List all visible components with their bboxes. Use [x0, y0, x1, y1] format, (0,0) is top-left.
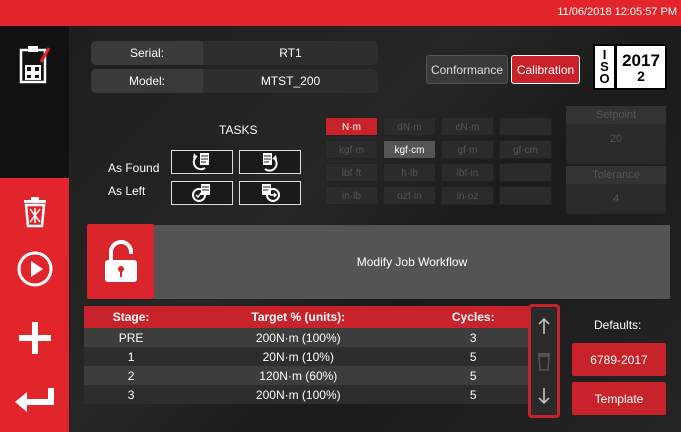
clock: 11/06/2018 12:05:57 PM [557, 6, 677, 18]
as-left-task-2-button[interactable] [239, 181, 301, 205]
unit-lbfin[interactable]: lbf·in [441, 163, 494, 182]
iso-2017-logo: I S O 2017 2 [593, 44, 667, 90]
serial-field: Serial: RT1 [91, 41, 378, 65]
cycles-cell: 3 [418, 328, 528, 347]
unit-empty [499, 117, 552, 136]
target-cell: 200N·m (100%) [178, 328, 419, 347]
model-value: MTST_200 [203, 69, 378, 93]
trash-icon[interactable] [536, 351, 552, 371]
model-field: Model: MTST_200 [91, 69, 378, 93]
top-status-bar: 11/06/2018 12:05:57 PM [0, 0, 681, 26]
tasks-title: TASKS [219, 123, 258, 137]
as-found-task-1-button[interactable] [171, 150, 233, 174]
stage-cell: PRE [84, 328, 179, 347]
unit-gfm[interactable]: gf·m [441, 140, 494, 159]
unit-inoz[interactable]: in·oz [441, 186, 494, 205]
defaults-label: Defaults: [594, 318, 642, 332]
unit-kgfcm[interactable]: kgf·cm [383, 140, 436, 159]
table-row[interactable]: PRE 200N·m (100%) 3 [84, 328, 528, 347]
unit-inlb[interactable]: in·lb [325, 186, 378, 205]
play-icon[interactable] [0, 250, 69, 288]
tolerance-panel[interactable]: Tolerance 4 [566, 166, 666, 214]
unit-kgfm[interactable]: kgf·m [325, 140, 378, 159]
stages-table: Stage: Target % (units): Cycles: PRE 200… [84, 306, 528, 404]
cycles-cell: 5 [418, 385, 528, 404]
cycles-cell: 5 [418, 366, 528, 385]
setpoint-panel[interactable]: Setpoint 20 [566, 106, 666, 164]
stage-cell: 1 [84, 347, 179, 366]
cycles-cell: 5 [418, 347, 528, 366]
column-header: Cycles: [418, 306, 528, 328]
table-row[interactable]: 1 20N·m (10%) 5 [84, 347, 528, 366]
task-doc-cycle-icon [263, 153, 278, 172]
model-label: Model: [91, 69, 203, 93]
unit-lbfft[interactable]: lbf·ft [325, 163, 378, 182]
as-left-task-1-button[interactable] [171, 181, 233, 205]
iso-letter: O [599, 71, 610, 86]
column-header: Target % (units): [178, 306, 419, 328]
trash-icon[interactable] [0, 196, 69, 228]
unit-nm[interactable]: N·m [325, 117, 378, 136]
task-refresh-doc-icon [192, 153, 209, 171]
table-scroll-controls [528, 304, 560, 418]
tolerance-label: Tolerance [566, 166, 666, 184]
stage-cell: 2 [84, 366, 179, 385]
unlock-icon [104, 239, 137, 282]
unit-empty [499, 186, 552, 205]
target-cell: 120N·m (60%) [178, 366, 419, 385]
unit-empty [499, 163, 552, 182]
iso-year: 2017 [622, 50, 660, 70]
arrow-up-icon[interactable] [537, 317, 551, 335]
table-row[interactable]: 2 120N·m (60%) 5 [84, 366, 528, 385]
unlock-button[interactable] [87, 224, 154, 299]
conformance-button[interactable]: Conformance [426, 55, 508, 84]
serial-label: Serial: [91, 41, 203, 65]
template-button[interactable]: Template [572, 382, 666, 415]
task-doc-arrow-icon [262, 184, 280, 202]
tolerance-value: 4 [612, 193, 620, 205]
default-6789-2017-button[interactable]: 6789-2017 [572, 343, 666, 376]
target-cell: 20N·m (10%) [178, 347, 419, 366]
forms-clipboard-icon[interactable] [0, 44, 69, 84]
stage-cell: 3 [84, 385, 179, 404]
modify-job-workflow-button[interactable]: Modify Job Workflow [154, 225, 670, 299]
setpoint-label: Setpoint [566, 106, 666, 124]
as-found-label: As Found [108, 161, 160, 175]
unit-ozfin[interactable]: ozf·in [383, 186, 436, 205]
arrow-down-icon[interactable] [537, 387, 551, 405]
column-header: Stage: [84, 306, 179, 328]
target-cell: 200N·m (100%) [178, 385, 419, 404]
as-found-task-2-button[interactable] [239, 150, 301, 174]
add-icon[interactable] [0, 320, 69, 356]
iso-number: 2 [637, 67, 645, 84]
calibration-button[interactable]: Calibration [511, 55, 580, 84]
sidebar [0, 26, 69, 432]
as-left-label: As Left [108, 184, 146, 198]
unit-gfcm[interactable]: gf·cm [499, 140, 552, 159]
unit-ftlb[interactable]: ft·lb [383, 163, 436, 182]
task-check-doc-icon [192, 184, 210, 202]
main-panel: Serial: RT1 Model: MTST_200 Conformance … [69, 26, 681, 432]
table-header-row: Stage: Target % (units): Cycles: [84, 306, 528, 328]
unit-cnm[interactable]: cN·m [441, 117, 494, 136]
setpoint-value: 20 [609, 133, 623, 145]
back-arrow-icon[interactable] [0, 386, 69, 416]
serial-value: RT1 [203, 41, 378, 65]
unit-dnm[interactable]: dN·m [383, 117, 436, 136]
table-row[interactable]: 3 200N·m (100%) 5 [84, 385, 528, 404]
